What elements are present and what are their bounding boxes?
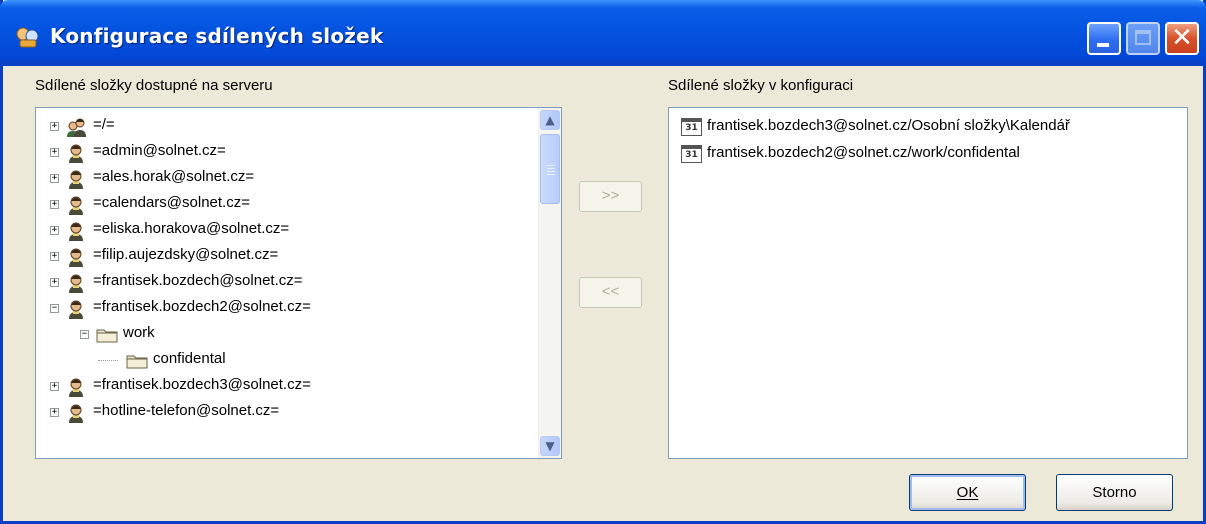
expand-icon[interactable]: + (50, 174, 59, 183)
configured-item-label: frantisek.bozdech2@solnet.cz/work/confid… (707, 144, 1020, 161)
tree-item-label: =admin@solnet.cz= (93, 142, 226, 159)
tree-item[interactable]: + =hotline-telefon@solnet.cz= (36, 400, 526, 426)
tree-item[interactable]: + =admin@solnet.cz= (36, 140, 526, 166)
expand-icon[interactable]: + (50, 408, 59, 417)
scroll-down-button[interactable]: ▼ (540, 436, 560, 456)
ok-button[interactable]: OK (909, 474, 1026, 511)
tree-item-label: =eliska.horakova@solnet.cz= (93, 220, 290, 237)
calendar-icon-text: 31 (685, 150, 698, 160)
expand-icon[interactable]: + (50, 200, 59, 209)
expand-icon[interactable]: + (50, 122, 59, 131)
user-icon (69, 300, 83, 319)
tree-item-label: =frantisek.bozdech2@solnet.cz= (93, 298, 311, 315)
tree-item[interactable]: + =ales.horak@solnet.cz= (36, 166, 526, 192)
user-icon (69, 222, 83, 241)
user-icon (69, 170, 83, 189)
available-folders-tree[interactable]: + =/= + =admin@solnet.cz= + =ales.horak@solne… (35, 107, 562, 459)
tree-item[interactable]: + =filip.aujezdsky@solnet.cz= (36, 244, 526, 270)
configured-item[interactable]: 31 frantisek.bozdech3@solnet.cz/Osobní sl… (669, 115, 1184, 141)
dialog-window: Konfigurace sdílených složek ✕ Sdílené s… (0, 0, 1206, 524)
minimize-icon (1097, 43, 1109, 47)
configured-folders-list[interactable]: 31 frantisek.bozdech3@solnet.cz/Osobní sl… (668, 107, 1188, 459)
user-icon (69, 144, 83, 163)
shared-folders-icon (16, 27, 39, 48)
maximize-button[interactable] (1126, 22, 1160, 55)
collapse-icon[interactable]: − (80, 330, 89, 339)
tree-item-label: confidental (153, 350, 226, 367)
configured-folders-label: Sdílené složky v konfiguraci (668, 77, 854, 94)
folder-icon (126, 355, 148, 369)
tree-item-label: =frantisek.bozdech3@solnet.cz= (93, 376, 311, 393)
user-icon (69, 378, 83, 397)
user-icon (69, 404, 83, 423)
calendar-icon: 31 (681, 118, 702, 136)
tree-item[interactable]: + =/= (36, 114, 526, 140)
cancel-button[interactable]: Storno (1056, 474, 1173, 511)
configured-item[interactable]: 31 frantisek.bozdech2@solnet.cz/work/conf… (669, 142, 1184, 168)
tree-item-label: work (123, 324, 155, 341)
minimize-button[interactable] (1087, 22, 1121, 55)
tree-item-label: =hotline-telefon@solnet.cz= (93, 402, 280, 419)
close-button[interactable]: ✕ (1165, 22, 1199, 55)
maximize-icon (1135, 30, 1151, 45)
tree-scrollbar[interactable]: ▲ ▼ (538, 108, 561, 458)
collapse-icon[interactable]: − (50, 304, 59, 313)
cancel-label: Storno (1092, 484, 1137, 501)
tree-line (98, 360, 118, 361)
add-folder-button[interactable]: >> (579, 181, 642, 212)
close-icon: ✕ (1171, 23, 1193, 53)
expand-icon[interactable]: + (50, 226, 59, 235)
tree-item[interactable]: + =calendars@solnet.cz= (36, 192, 526, 218)
ok-label: OK (956, 484, 979, 501)
calendar-icon-text: 31 (685, 123, 698, 133)
expand-icon[interactable]: + (50, 252, 59, 261)
tree-item[interactable]: + =frantisek.bozdech@solnet.cz= (36, 270, 526, 296)
tree-item-label: =filip.aujezdsky@solnet.cz= (93, 246, 279, 263)
tree-item-label: =ales.horak@solnet.cz= (93, 168, 255, 185)
tree-item[interactable]: confidental (36, 348, 526, 374)
user-icon (69, 274, 83, 293)
scroll-up-button[interactable]: ▲ (540, 110, 560, 130)
tree-item-label: =frantisek.bozdech@solnet.cz= (93, 272, 303, 289)
configured-item-label: frantisek.bozdech3@solnet.cz/Osobní slož… (707, 117, 1070, 134)
tree-item[interactable]: + =eliska.horakova@solnet.cz= (36, 218, 526, 244)
expand-icon[interactable]: + (50, 382, 59, 391)
user-icon (69, 248, 83, 267)
remove-folder-button[interactable]: << (579, 277, 642, 308)
users-icon (67, 118, 86, 137)
calendar-icon: 31 (681, 145, 702, 163)
tree-item-label: =calendars@solnet.cz= (93, 194, 250, 211)
tree-item[interactable]: − work (36, 322, 526, 348)
scroll-thumb[interactable] (540, 134, 560, 204)
expand-icon[interactable]: + (50, 278, 59, 287)
expand-icon[interactable]: + (50, 148, 59, 157)
title-bar[interactable]: Konfigurace sdílených složek ✕ (0, 0, 1206, 66)
user-icon (69, 196, 83, 215)
tree-item[interactable]: + =frantisek.bozdech3@solnet.cz= (36, 374, 526, 400)
available-folders-label: Sdílené složky dostupné na serveru (35, 77, 273, 94)
window-title: Konfigurace sdílených složek (50, 24, 384, 48)
tree-item[interactable]: − =frantisek.bozdech2@solnet.cz= (36, 296, 526, 322)
folder-icon (96, 329, 118, 343)
tree-item-label: =/= (93, 116, 115, 133)
